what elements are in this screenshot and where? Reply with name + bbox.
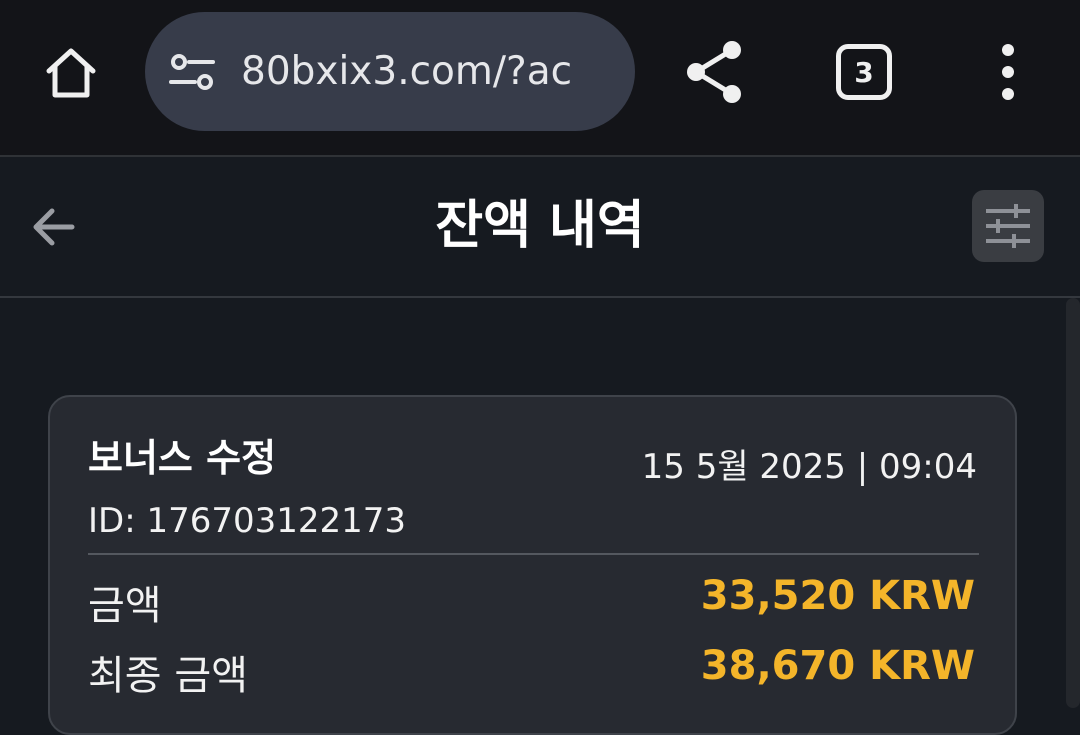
- app-header: 잔액 내역: [0, 157, 1080, 296]
- tab-count: 3: [854, 55, 874, 89]
- address-bar[interactable]: 80bxix3.com/?ac: [145, 12, 635, 131]
- browser-toolbar: 80bxix3.com/?ac 3: [0, 0, 1080, 156]
- amount-label: 금액: [88, 583, 162, 629]
- share-icon[interactable]: [680, 36, 748, 108]
- transaction-datetime: 15 5월 2025 | 09:04: [641, 447, 977, 487]
- final-amount-label: 최종 금액: [88, 653, 248, 699]
- tab-switcher-button[interactable]: 3: [836, 44, 892, 100]
- card-divider: [88, 553, 979, 555]
- more-menu-icon[interactable]: [990, 40, 1026, 104]
- filter-button[interactable]: [972, 190, 1044, 262]
- back-arrow-icon[interactable]: [30, 205, 78, 249]
- url-text[interactable]: 80bxix3.com/?ac: [241, 12, 613, 131]
- filter-sliders-icon: [986, 204, 1030, 248]
- amount-value: 33,520 KRW: [700, 573, 975, 619]
- home-button[interactable]: [38, 40, 104, 106]
- final-amount-value: 38,670 KRW: [700, 643, 975, 689]
- scrollbar[interactable]: [1066, 298, 1080, 708]
- site-settings-icon[interactable]: [167, 50, 217, 94]
- transaction-type: 보너스 수정: [88, 436, 277, 480]
- page-title: 잔액 내역: [435, 196, 645, 256]
- balance-history-list: 보너스 수정 15 5월 2025 | 09:04 ID: 1767031221…: [0, 298, 1080, 735]
- transaction-card[interactable]: 보너스 수정 15 5월 2025 | 09:04 ID: 1767031221…: [48, 395, 1017, 735]
- home-icon: [46, 48, 96, 98]
- transaction-id: ID: 176703122173: [88, 501, 407, 541]
